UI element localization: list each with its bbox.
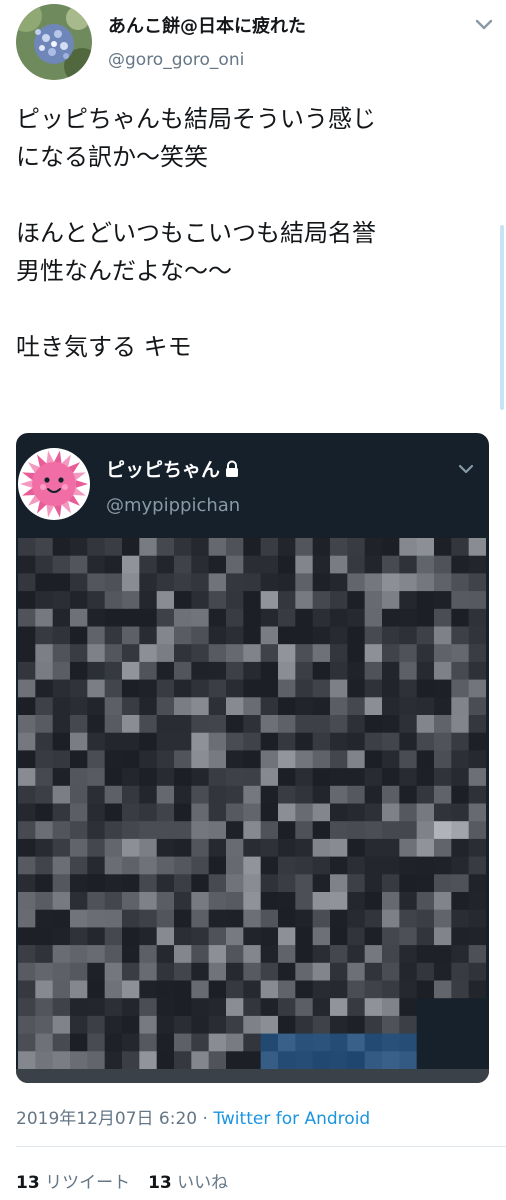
tweet-line: ピッピちゃんも結局そういう感じ: [16, 105, 376, 133]
tweet-line: 男性なんだよな〜〜: [16, 257, 232, 285]
card-bottom-strip: [16, 1069, 489, 1083]
retweets-stat[interactable]: 13 リツイート: [16, 1173, 130, 1193]
quoted-user-handle[interactable]: @mypippichan: [106, 495, 240, 516]
meta-separator: ·: [197, 1109, 214, 1129]
lock-icon: [224, 460, 240, 478]
retweets-count: 13: [16, 1173, 40, 1193]
hydrangea-avatar-icon: [16, 4, 92, 80]
display-name[interactable]: あんこ餅@日本に疲れた: [108, 12, 306, 38]
divider: [16, 1146, 506, 1147]
quoted-tweet-card[interactable]: ピッピちゃん @mypippichan: [16, 433, 489, 1083]
quoted-display-name[interactable]: ピッピちゃん: [106, 455, 240, 482]
tweet-paragraph: ピッピちゃんも結局そういう感じ になる訳か〜笑笑: [16, 100, 496, 176]
chevron-down-icon[interactable]: [470, 10, 498, 38]
tweet-line: ほんとどいつもこいつも結局名誉: [16, 219, 376, 247]
user-avatar[interactable]: [16, 4, 92, 80]
tweet-text: ピッピちゃんも結局そういう感じ になる訳か〜笑笑 ほんとどいつもこいつも結局名誉…: [16, 100, 496, 366]
likes-label: いいね: [177, 1173, 229, 1193]
tweet-paragraph: 吐き気する キモ: [16, 328, 496, 366]
tweet-stats: 13 リツイート 13 いいね: [16, 1168, 228, 1193]
retweets-label: リツイート: [45, 1173, 131, 1193]
tweet-paragraph: ほんとどいつもこいつも結局名誉 男性なんだよな〜〜: [16, 214, 496, 290]
pink-sun-face-avatar-icon[interactable]: [17, 447, 91, 521]
user-handle[interactable]: @goro_goro_oni: [108, 50, 244, 70]
scrollbar[interactable]: [500, 225, 504, 410]
source-link[interactable]: Twitter for Android: [213, 1109, 370, 1129]
likes-count: 13: [148, 1173, 172, 1193]
pixelated-content-image: [18, 538, 486, 1069]
tweet-line: 吐き気する キモ: [16, 333, 192, 361]
likes-stat[interactable]: 13 いいね: [148, 1173, 228, 1193]
quoted-display-name-text: ピッピちゃん: [106, 459, 221, 481]
tweet-metadata: 2019年12月07日 6:20 · Twitter for Android: [16, 1104, 370, 1129]
chevron-down-icon[interactable]: [454, 457, 478, 481]
tweet-line: になる訳か〜笑笑: [16, 143, 208, 171]
timestamp[interactable]: 2019年12月07日 6:20: [16, 1109, 197, 1129]
